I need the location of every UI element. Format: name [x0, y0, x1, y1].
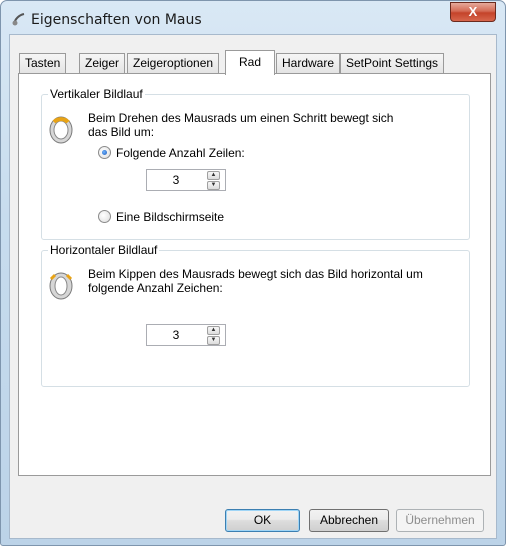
radio-lines-label[interactable]: Folgende Anzahl Zeilen:	[116, 146, 245, 160]
tab-tasten[interactable]: Tasten	[19, 53, 67, 74]
radio-lines[interactable]	[98, 146, 111, 159]
ok-button[interactable]: OK	[225, 509, 300, 532]
tab-hardware[interactable]: Hardware	[276, 53, 341, 74]
dialog-window: Eigenschaften von Maus X Tasten Zeiger Z…	[0, 0, 506, 546]
tab-zeigeroptionen[interactable]: Zeigeroptionen	[127, 53, 220, 74]
spin-down-icon[interactable]: ▼	[207, 181, 220, 190]
client-area: Tasten Zeiger Zeigeroptionen Rad Hardwar…	[9, 34, 497, 539]
window-title: Eigenschaften von Maus	[31, 12, 202, 28]
mouse-icon	[12, 13, 25, 26]
tab-zeiger[interactable]: Zeiger	[79, 53, 126, 74]
horizontal-description: Beim Kippen des Mausrads bewegt sich das…	[88, 267, 423, 295]
mouse-wheel-tilt-icon	[49, 272, 73, 300]
tab-panel-rad: Vertikaler Bildlauf Beim Drehen des Maus…	[18, 73, 491, 476]
vertical-scroll-group: Vertikaler Bildlauf Beim Drehen des Maus…	[41, 87, 470, 240]
lines-spinner[interactable]: 3 ▲ ▼	[146, 169, 226, 191]
chars-spinner[interactable]: 3 ▲ ▼	[146, 324, 226, 346]
title-bar[interactable]: Eigenschaften von Maus X	[1, 1, 505, 35]
mouse-wheel-icon	[49, 116, 73, 144]
tab-setpoint-settings[interactable]: SetPoint Settings	[340, 53, 445, 74]
close-button[interactable]: X	[450, 2, 496, 22]
apply-button[interactable]: Übernehmen	[396, 509, 484, 532]
horizontal-scroll-group: Horizontaler Bildlauf Beim Kippen des Ma…	[41, 243, 470, 387]
cancel-button[interactable]: Abbrechen	[309, 509, 389, 532]
group-title-vertical: Vertikaler Bildlauf	[48, 87, 145, 101]
radio-screen[interactable]	[98, 210, 111, 223]
spin-down-icon[interactable]: ▼	[207, 336, 220, 345]
lines-value[interactable]: 3	[147, 173, 205, 187]
spin-up-icon[interactable]: ▲	[207, 171, 220, 180]
spin-up-icon[interactable]: ▲	[207, 326, 220, 335]
vertical-description: Beim Drehen des Mausrads um einen Schrit…	[88, 111, 394, 139]
chars-value[interactable]: 3	[147, 328, 205, 342]
group-title-horizontal: Horizontaler Bildlauf	[48, 243, 160, 257]
radio-screen-label[interactable]: Eine Bildschirmseite	[116, 210, 224, 224]
tab-rad[interactable]: Rad	[225, 50, 275, 75]
